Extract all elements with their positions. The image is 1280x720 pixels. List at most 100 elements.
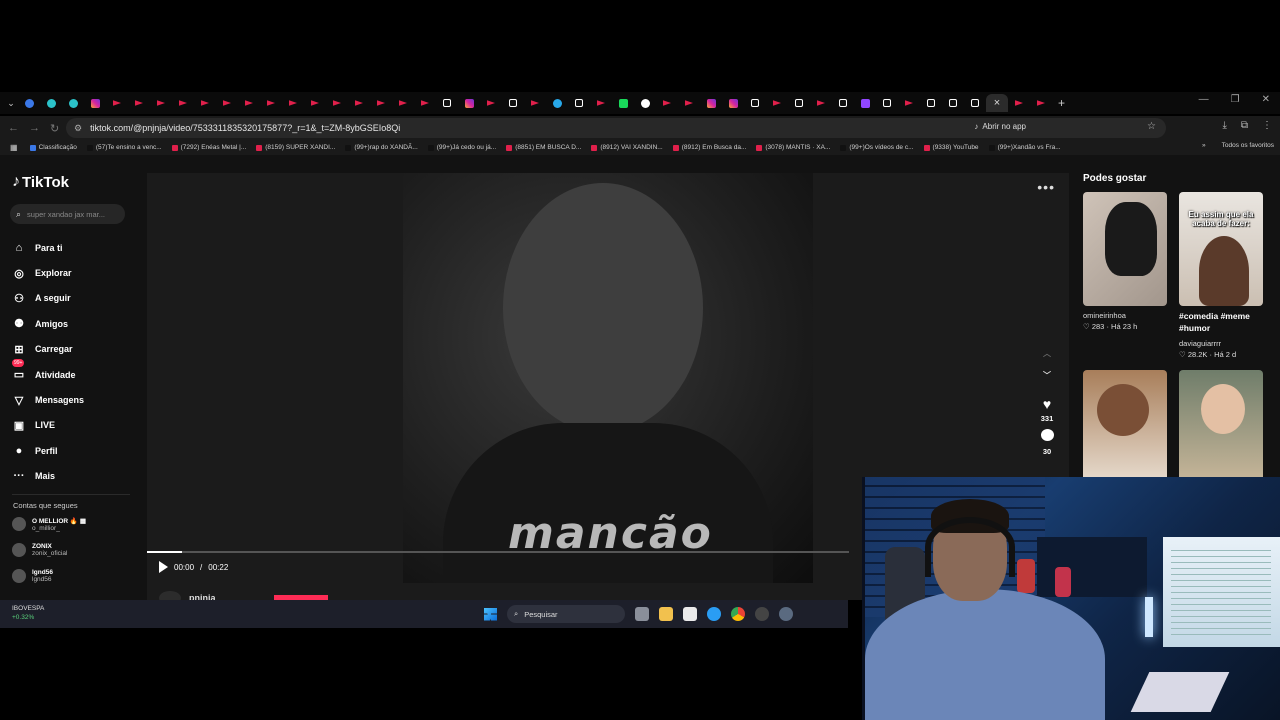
following-account[interactable]: lgnd56 lgnd56 — [12, 569, 53, 583]
browser-tab[interactable] — [678, 94, 700, 112]
bookmark-item[interactable]: (3078) MANTIS · XA... — [756, 144, 830, 151]
back-icon[interactable]: ← — [8, 122, 19, 135]
browser-tab[interactable] — [304, 94, 326, 112]
nav-item-carregar[interactable]: ⊞ Carregar — [12, 337, 84, 362]
open-in-app-button[interactable]: ♪ Abrir no app — [974, 122, 1026, 131]
browser-tab[interactable] — [1008, 94, 1030, 112]
suggested-video-card[interactable]: omineirinhoa ♡ 283 · Há 23 h — [1083, 192, 1167, 331]
bookmark-item[interactable]: (8912) Em Busca da... — [672, 144, 746, 151]
browser-tab[interactable] — [612, 94, 634, 112]
bookmark-item[interactable]: (8159) SUPER XANDI... — [256, 144, 335, 151]
browser-tab[interactable] — [854, 94, 876, 112]
browser-tab[interactable] — [414, 94, 436, 112]
apps-icon[interactable]: ▦ — [10, 143, 18, 152]
browser-tab[interactable] — [18, 94, 40, 112]
browser-tab[interactable] — [942, 94, 964, 112]
windows-start-icon[interactable] — [484, 607, 497, 621]
bookmark-item[interactable]: (99+)rap do XANDÃ... — [345, 144, 418, 151]
all-favorites-folder[interactable]: Todos os favoritos — [1222, 142, 1274, 149]
bookmark-item[interactable]: (99+)Xandão vs Fra... — [988, 144, 1061, 151]
new-tab-button[interactable]: + — [1058, 96, 1065, 110]
browser-tab[interactable] — [392, 94, 414, 112]
browser-tab[interactable] — [194, 94, 216, 112]
browser-tab[interactable] — [172, 94, 194, 112]
site-info-icon[interactable]: ⚙ — [74, 123, 82, 134]
bookmark-item[interactable]: Classificação — [29, 144, 77, 151]
suggested-thumbnail[interactable] — [1083, 192, 1167, 306]
restore-icon[interactable]: ❐ — [1231, 94, 1240, 105]
active-tab[interactable]: × — [986, 94, 1008, 112]
suggested-author[interactable]: omineirinhoa — [1083, 311, 1167, 320]
suggested-video-card[interactable] — [1179, 370, 1263, 484]
nav-item-mais[interactable]: ··· Mais — [12, 464, 84, 489]
browser-tab[interactable] — [920, 94, 942, 112]
suggested-thumbnail[interactable] — [1179, 370, 1263, 484]
browser-tab[interactable] — [436, 94, 458, 112]
browser-tab[interactable] — [898, 94, 920, 112]
browser-tab[interactable] — [128, 94, 150, 112]
menu-icon[interactable]: ⋮ — [1262, 120, 1272, 131]
browser-tab[interactable] — [282, 94, 304, 112]
bookmark-item[interactable]: (8851) EM BUSCA D... — [506, 144, 581, 151]
browser-tab[interactable] — [876, 94, 898, 112]
browser-tab[interactable] — [766, 94, 788, 112]
browser-tab[interactable] — [84, 94, 106, 112]
browser-tab[interactable] — [458, 94, 480, 112]
browser-tab[interactable] — [700, 94, 722, 112]
settings-gear-icon[interactable] — [779, 607, 793, 621]
store-icon[interactable] — [683, 607, 697, 621]
browser-tab[interactable] — [832, 94, 854, 112]
browser-tab[interactable] — [348, 94, 370, 112]
tiktok-logo[interactable]: ♪ TikTok — [12, 173, 69, 191]
bookmark-item[interactable]: (9338) YouTube — [923, 144, 979, 151]
nav-item-amigos[interactable]: ⚉ Amigos — [12, 311, 84, 336]
comment-icon[interactable] — [1040, 429, 1054, 441]
browser-tab[interactable] — [524, 94, 546, 112]
browser-tab[interactable] — [370, 94, 392, 112]
browser-tab[interactable] — [150, 94, 172, 112]
more-options-icon[interactable]: ••• — [1037, 179, 1055, 195]
nav-item-live[interactable]: ▣ LIVE — [12, 413, 84, 438]
download-icon[interactable]: ⤓ — [1222, 120, 1226, 131]
like-icon[interactable]: ♥ — [1043, 396, 1051, 414]
stock-widget[interactable]: IBOVESPA +0.32% — [12, 604, 44, 622]
minimize-icon[interactable]: — — [1199, 94, 1209, 105]
browser-tab[interactable] — [810, 94, 832, 112]
nav-item-explorar[interactable]: ◎ Explorar — [12, 260, 84, 285]
edge-icon[interactable] — [707, 607, 721, 621]
nav-item-perfil[interactable]: ● Perfil — [12, 438, 84, 463]
suggested-video-card[interactable] — [1083, 370, 1167, 484]
browser-tab[interactable] — [722, 94, 744, 112]
browser-tab[interactable] — [326, 94, 348, 112]
browser-tab[interactable] — [106, 94, 128, 112]
previous-video-icon[interactable]: ︿ — [1043, 348, 1051, 370]
search-input[interactable]: ⌕ super xandao jax mar... — [10, 204, 125, 224]
forward-icon[interactable]: → — [29, 122, 40, 135]
browser-tab[interactable] — [546, 94, 568, 112]
chrome-icon[interactable] — [731, 607, 745, 621]
browser-tab[interactable] — [788, 94, 810, 112]
browser-tab[interactable] — [502, 94, 524, 112]
address-bar[interactable]: ⚙ tiktok.com/@pnjnja/video/7533311835320… — [66, 118, 1166, 138]
taskbar-search[interactable]: ⌕ Pesquisar — [507, 605, 625, 623]
browser-tab[interactable] — [590, 94, 612, 112]
browser-tab[interactable] — [480, 94, 502, 112]
following-account[interactable]: O MELLIOR 🔥 ▦ o_millior_ — [12, 517, 86, 532]
nav-item-mensagens[interactable]: ▽ Mensagens — [12, 387, 84, 412]
play-icon[interactable] — [159, 561, 168, 573]
tab-search-icon[interactable]: ⌄ — [4, 98, 18, 109]
browser-tab[interactable] — [964, 94, 986, 112]
browser-tab[interactable] — [744, 94, 766, 112]
video-frame[interactable]: mancão — [403, 173, 813, 583]
bookmark-item[interactable]: (99+)Já cedo ou já... — [427, 144, 496, 151]
browser-tab[interactable] — [62, 94, 84, 112]
browser-tab[interactable] — [40, 94, 62, 112]
suggested-thumbnail[interactable]: Eu assim que ela acaba de fazer: — [1179, 192, 1263, 306]
task-view-icon[interactable] — [635, 607, 649, 621]
suggested-thumbnail[interactable] — [1083, 370, 1167, 484]
bookmark-item[interactable]: (99+)Os vídeos de c... — [840, 144, 914, 151]
browser-tab[interactable] — [634, 94, 656, 112]
browser-tab[interactable] — [568, 94, 590, 112]
suggested-title[interactable]: #comedia #meme #humor — [1179, 310, 1263, 334]
following-account[interactable]: ZONIX zonix_oficial — [12, 543, 67, 557]
